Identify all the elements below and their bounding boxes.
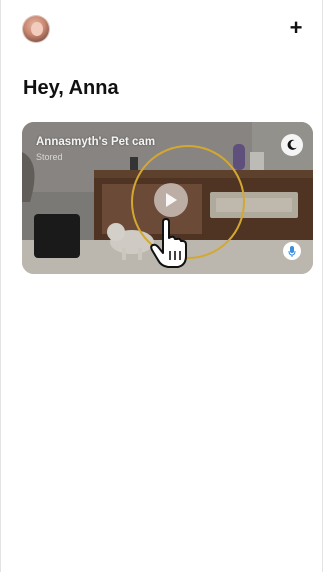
user-avatar-icon[interactable]	[23, 16, 49, 42]
add-button[interactable]: +	[282, 14, 310, 42]
moon-icon	[287, 139, 297, 150]
play-button[interactable]	[154, 183, 188, 217]
camera-status: Stored	[36, 152, 63, 162]
play-icon	[166, 193, 177, 207]
camera-name: Annasmyth's Pet cam	[36, 136, 156, 148]
microphone-icon	[288, 245, 296, 257]
avatar-face	[31, 22, 43, 36]
microphone-button[interactable]	[283, 242, 301, 260]
greeting-heading: Hey, Anna	[23, 77, 119, 99]
camera-preview-card[interactable]: Annasmyth's Pet cam Stored	[22, 122, 313, 274]
night-mode-button[interactable]	[281, 134, 303, 156]
home-screen: + Hey, Anna Annasmyth's Pet cam Stored	[0, 0, 323, 572]
top-bar: +	[1, 12, 322, 44]
